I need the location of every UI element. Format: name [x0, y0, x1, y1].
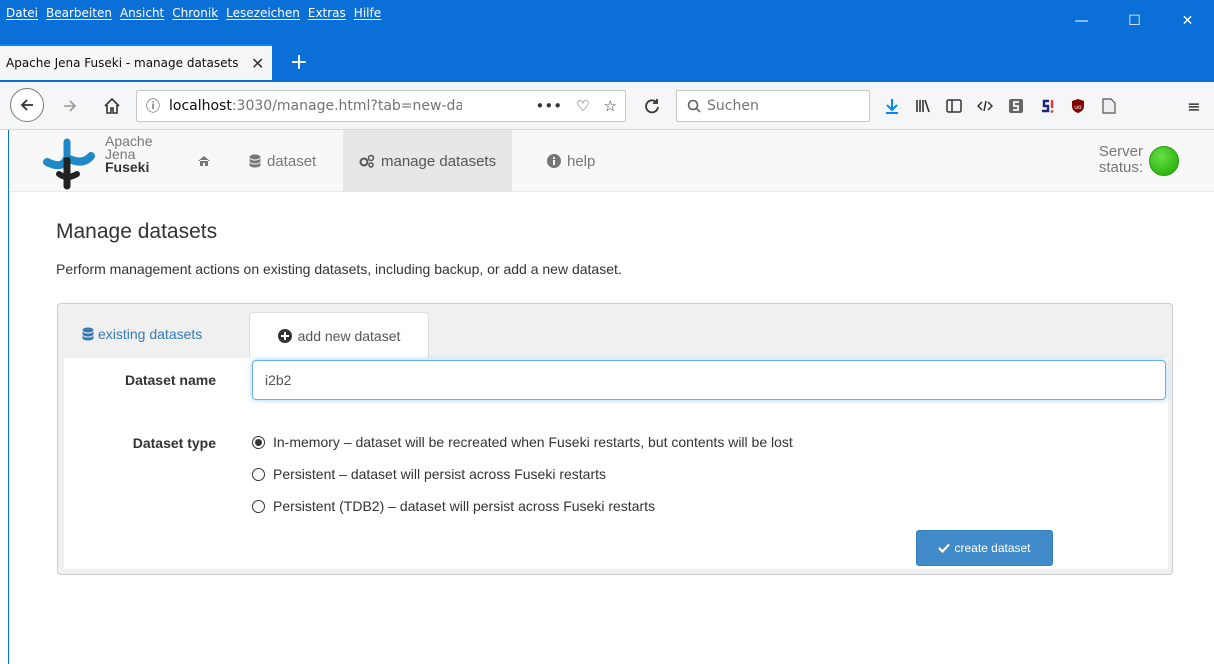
database-icon [249, 154, 261, 168]
fuseki-navbar: Apache Jena Fuseki dataset manage datase… [9, 130, 1214, 192]
info-circle-icon [547, 154, 561, 168]
menu-extras[interactable]: Extras [308, 6, 346, 28]
create-dataset-button[interactable]: create dataset [916, 530, 1053, 566]
server-status-line1: Server [1098, 143, 1143, 160]
dataset-type-option-memory[interactable]: In-memory – dataset will be recreated wh… [252, 434, 793, 450]
new-tab-button[interactable]: + [286, 48, 312, 76]
menu-bar: Datei Bearbeiten Ansicht Chronik Lesezei… [6, 6, 381, 28]
menu-icon: ≡ [1187, 96, 1201, 116]
gears-icon [359, 154, 375, 168]
page-content: Apache Jena Fuseki dataset manage datase… [8, 130, 1214, 664]
url-actions: ••• ♡ ☆ [536, 97, 617, 115]
menu-datei[interactable]: Datei [6, 6, 38, 28]
tab-title: Apache Jena Fuseki - manage datasets [6, 56, 239, 70]
url-bar[interactable]: ⓘ localhost :3030/manage.html?tab=new-da… [136, 90, 626, 122]
fuseki-logo-icon[interactable] [37, 134, 113, 190]
home-button[interactable] [96, 92, 128, 120]
developer-tools-icon[interactable] [969, 94, 1000, 118]
nav-dataset[interactable]: dataset [249, 130, 316, 192]
server-status-indicator [1149, 146, 1179, 176]
extension-s-red-icon[interactable] [1031, 94, 1062, 118]
nav-help[interactable]: help [547, 130, 595, 192]
menu-hilfe[interactable]: Hilfe [354, 6, 381, 28]
close-tab-icon[interactable]: ✕ [251, 54, 264, 73]
home-icon [104, 97, 120, 114]
navigation-toolbar: ⓘ localhost :3030/manage.html?tab=new-da… [0, 82, 1214, 130]
menu-bearbeiten[interactable]: Bearbeiten [46, 6, 112, 28]
menu-lesezeichen[interactable]: Lesezeichen [226, 6, 300, 28]
back-arrow-icon [20, 99, 33, 111]
extension-s-icon[interactable] [1000, 94, 1031, 118]
dataset-type-option-tdb2[interactable]: Persistent (TDB2) – dataset will persist… [252, 498, 655, 514]
library-icon[interactable] [907, 94, 938, 118]
forward-button[interactable] [54, 92, 86, 120]
url-path: :3030/manage.html?tab=new-dataset [231, 98, 462, 114]
svg-text:uo: uo [1074, 104, 1082, 111]
database-icon [82, 327, 94, 341]
back-button[interactable] [10, 88, 44, 122]
tab-add-new-dataset[interactable]: add new dataset [249, 312, 429, 359]
menu-ansicht[interactable]: Ansicht [120, 6, 164, 28]
ublock-icon[interactable]: uo [1062, 94, 1093, 118]
minimize-button[interactable]: — [1055, 4, 1108, 38]
search-field[interactable]: Suchen [676, 90, 870, 122]
page-actions-icon[interactable]: ••• [536, 97, 563, 115]
toolbar-icons: uo [876, 94, 1124, 118]
plus-circle-icon [277, 329, 292, 343]
close-window-button[interactable]: ✕ [1161, 4, 1214, 38]
tab-existing-label: existing datasets [98, 326, 203, 342]
add-dataset-form: Dataset name Dataset type In-memory – da… [64, 358, 1168, 569]
menu-chronik[interactable]: Chronik [172, 6, 218, 28]
option-tdb2-label: Persistent (TDB2) – dataset will persist… [273, 498, 656, 514]
sidebar-icon[interactable] [938, 94, 969, 118]
info-icon[interactable]: ⓘ [137, 96, 169, 116]
page-subtitle: Perform management actions on existing d… [56, 261, 622, 277]
url-host: localhost [169, 98, 232, 114]
radio-tdb2[interactable] [252, 499, 265, 513]
dataset-type-option-persistent[interactable]: Persistent – dataset will persist across… [252, 466, 606, 482]
nav-home[interactable] [197, 130, 211, 192]
maximize-button[interactable]: ☐ [1108, 4, 1161, 38]
page-title: Manage datasets [56, 220, 218, 243]
forward-arrow-icon [64, 100, 77, 112]
search-placeholder: Suchen [707, 98, 759, 114]
nav-help-label: help [567, 152, 596, 170]
dataset-name-label: Dataset name [124, 372, 216, 388]
nav-manage-datasets[interactable]: manage datasets [343, 130, 513, 192]
browser-titlebar: Datei Bearbeiten Ansicht Chronik Lesezei… [0, 0, 1214, 82]
fuseki-logo-text[interactable]: Apache Jena Fuseki [105, 134, 152, 175]
dataset-name-input[interactable] [252, 360, 1166, 400]
radio-memory[interactable] [252, 435, 265, 449]
nav-dataset-label: dataset [267, 152, 317, 170]
logo-line-fuseki: Fuseki [105, 159, 150, 175]
home-icon [198, 156, 210, 166]
page-icon[interactable] [1093, 94, 1124, 118]
radio-persistent[interactable] [252, 467, 265, 481]
download-icon[interactable] [876, 94, 907, 118]
tab-new-label: add new dataset [297, 328, 401, 344]
manage-panel: existing datasets add new dataset Datase… [57, 303, 1173, 575]
option-memory-label: In-memory – dataset will be recreated wh… [273, 434, 793, 450]
nav-manage-label: manage datasets [381, 152, 497, 170]
create-dataset-label: create dataset [954, 541, 1031, 555]
server-status-label: Server status: [1099, 144, 1143, 176]
dataset-type-label: Dataset type [132, 435, 216, 451]
reload-button[interactable] [638, 92, 666, 120]
tab-existing-datasets[interactable]: existing datasets [82, 326, 202, 342]
pocket-icon[interactable]: ♡ [576, 97, 589, 115]
check-icon [938, 543, 951, 553]
reload-icon [645, 99, 659, 114]
hamburger-menu-button[interactable]: ≡ [1180, 92, 1208, 120]
browser-tab[interactable]: Apache Jena Fuseki - manage datasets ✕ [0, 44, 272, 80]
window-controls: — ☐ ✕ [1055, 4, 1214, 38]
bookmark-star-icon[interactable]: ☆ [604, 97, 617, 115]
server-status-line2: status: [1098, 159, 1143, 176]
search-icon [687, 99, 701, 113]
option-persistent-label: Persistent – dataset will persist across… [273, 466, 607, 482]
